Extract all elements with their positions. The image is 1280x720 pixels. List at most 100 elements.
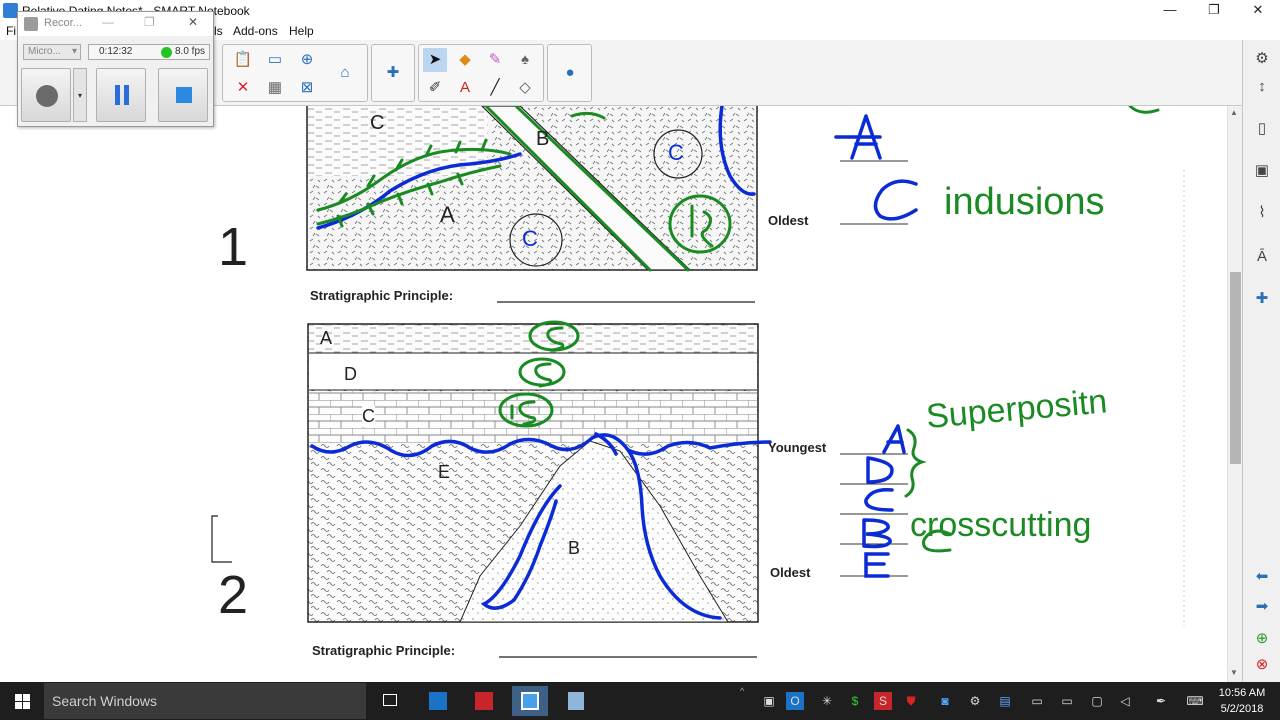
eraser-icon[interactable]: ◇ — [513, 76, 537, 100]
recorder-title-bar: Recor... — ❐ ✕ — [18, 12, 213, 36]
tray-app-icon-5[interactable]: ⚙ — [966, 692, 984, 710]
tray-app-icon-6[interactable]: ▤ — [996, 692, 1014, 710]
tray-volume-icon[interactable]: ◁ — [1116, 692, 1134, 710]
show-hidden-icons-icon[interactable]: ^ — [740, 686, 744, 696]
tray-display-icon[interactable]: ▭ — [1028, 692, 1046, 710]
d2-layer-a: A — [320, 328, 333, 348]
notebook-page-canvas[interactable]: indusions 1 2 C B A C C A D C E B Strati… — [0, 106, 1227, 682]
oldest-label-1: Oldest — [768, 213, 809, 228]
windows-start-button[interactable] — [0, 682, 44, 720]
d1-layer-a: A — [440, 202, 455, 227]
add-ons-puzzle-icon[interactable]: ✚ — [381, 61, 405, 85]
toolbar-group-page: 📋 ▭ ⊕ ⌂ ✕ ▦ ⊠ — [222, 44, 368, 102]
magic-pen-icon[interactable]: ✎ — [483, 48, 507, 72]
move-sidebar-icon[interactable]: ↕ — [1249, 74, 1275, 100]
scroll-up-icon[interactable]: ▲ — [1230, 108, 1238, 117]
recorder-title: Recor... — [44, 17, 82, 29]
pause-button[interactable] — [96, 68, 146, 122]
gallery-icon[interactable]: ▣ — [1249, 158, 1275, 184]
add-page-icon[interactable]: ⊕ — [1249, 626, 1275, 652]
acrobat-icon[interactable] — [466, 686, 502, 716]
d2-layer-b: B — [568, 538, 581, 558]
record-button[interactable] — [21, 68, 71, 122]
recorder-taskbar-icon[interactable] — [558, 686, 594, 716]
table-icon[interactable]: ▦ — [263, 76, 287, 100]
paste-icon[interactable]: 📋 — [231, 48, 255, 72]
shapes-icon[interactable]: ◆ — [453, 48, 477, 72]
add-ons-tab-icon[interactable]: ✚ — [1249, 286, 1275, 312]
close-button[interactable]: ✕ — [1236, 0, 1280, 22]
tray-dollar-icon[interactable]: $ — [846, 692, 864, 710]
menu-tools[interactable]: ls — [214, 24, 223, 38]
answer-lines — [840, 160, 908, 577]
menu-file[interactable]: Fi — [6, 24, 16, 38]
tray-power-icon[interactable]: ▭ — [1058, 692, 1076, 710]
diagram-2 — [307, 323, 759, 623]
tray-app-icon-1[interactable]: ▣ — [760, 692, 778, 710]
fullscreen-icon[interactable]: ⊕ — [295, 48, 319, 72]
audio-device-select[interactable]: Micro... ▾ — [23, 44, 81, 60]
question-2-number: 2 — [218, 565, 249, 625]
d1-layer-b: B — [536, 128, 550, 150]
tray-outlook-icon[interactable]: O — [786, 692, 804, 710]
smart-notebook-taskbar-icon[interactable] — [512, 686, 548, 716]
d1-layer-c2: C — [668, 140, 684, 165]
menu-addons[interactable]: Add-ons — [233, 24, 278, 38]
screen-shade-icon[interactable]: ▭ — [263, 48, 287, 72]
pens-icon[interactable]: ✐ — [423, 76, 447, 100]
taskbar-search-box[interactable]: Search Windows — [44, 683, 366, 719]
smart-notebook-window: Relative Dating Notes* - SMART Notebook … — [0, 0, 1280, 720]
tray-network-icon[interactable]: ▢ — [1088, 692, 1106, 710]
principle-label-1: Stratigraphic Principle: — [310, 288, 454, 303]
page-sorter-icon[interactable]: ▯ — [1249, 116, 1275, 142]
scroll-down-icon[interactable]: ▼ — [1230, 668, 1238, 677]
chevron-down-icon: ▾ — [71, 46, 77, 57]
toolbar-group-properties: ● — [547, 44, 592, 102]
frame-rate: 8.0 fps — [175, 46, 206, 57]
tray-shield-icon[interactable]: ⛊ — [902, 692, 920, 710]
scrollbar-thumb[interactable] — [1230, 272, 1241, 464]
d1-layer-c3: C — [522, 226, 538, 251]
delete-page-icon[interactable]: ⊗ — [1249, 652, 1275, 678]
d2-layer-c: C — [362, 406, 375, 427]
document-camera-icon[interactable]: ⌂ — [333, 61, 357, 85]
clock-date: 5/2/2018 — [1220, 703, 1264, 715]
question-1-number: 1 — [218, 217, 249, 277]
clear-page-icon[interactable]: ⊠ — [295, 76, 319, 100]
youngest-label-2: Youngest — [768, 440, 827, 455]
vertical-scrollbar[interactable]: ▲ ▼ — [1227, 106, 1242, 682]
tray-keyboard-icon[interactable]: ⌨ — [1184, 692, 1206, 710]
next-page-icon[interactable]: ➡ — [1249, 594, 1275, 620]
recorder-close-button[interactable]: ✕ — [188, 15, 198, 29]
recorder-restore-button[interactable]: ❐ — [144, 15, 155, 29]
line-icon[interactable]: ╱ — [483, 76, 507, 100]
minimize-button[interactable]: — — [1148, 0, 1192, 22]
record-dot-icon — [36, 85, 58, 107]
tray-pen-icon[interactable]: ✒ — [1152, 692, 1170, 710]
fill-icon[interactable]: ♠ — [513, 48, 537, 72]
recorder-status-field: 0:12:32 8.0 fps — [88, 44, 210, 60]
pause-bar-left-icon — [115, 85, 120, 105]
tray-app-icon-3[interactable]: S — [874, 692, 892, 710]
properties-icon[interactable]: ● — [558, 61, 582, 85]
text-icon[interactable]: A — [453, 76, 477, 100]
task-view-icon[interactable] — [372, 686, 408, 716]
taskbar-clock[interactable]: 10:56 AM 5/2/2018 — [1210, 685, 1274, 717]
attachments-icon[interactable]: ⌇ — [1249, 200, 1275, 226]
record-options-dropdown[interactable]: ▾ — [73, 68, 87, 122]
outlook-icon[interactable] — [420, 686, 456, 716]
tray-app-icon-2[interactable]: ✳ — [818, 692, 836, 710]
delete-icon[interactable]: ✕ — [231, 76, 255, 100]
windows-logo-icon — [15, 694, 30, 709]
smart-notebook-app-icon — [3, 3, 18, 18]
previous-page-icon[interactable]: ⬅ — [1249, 564, 1275, 590]
select-arrow-icon[interactable]: ➤ — [423, 48, 447, 72]
recorder-minimize-button[interactable]: — — [102, 15, 114, 29]
tray-app-icon-4[interactable]: ◙ — [936, 692, 954, 710]
stop-button[interactable] — [158, 68, 208, 122]
right-sidebar: ⚙ ↕ ▯ ▣ ⌇ Ā ✚ ⬅ ➡ ⊕ ⊗ — [1242, 40, 1280, 682]
menu-help[interactable]: Help — [289, 24, 314, 38]
gear-icon[interactable]: ⚙ — [1249, 46, 1275, 72]
properties-tab-icon[interactable]: Ā — [1249, 244, 1275, 270]
restore-button[interactable]: ❐ — [1192, 0, 1236, 22]
